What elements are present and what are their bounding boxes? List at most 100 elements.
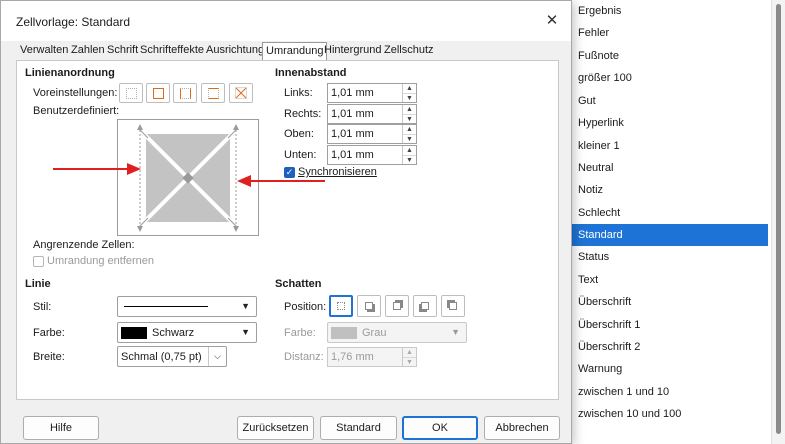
dialog-titlebar: Zellvorlage: Standard ✕ (1, 1, 571, 41)
shadow-bottom-right-icon[interactable] (357, 295, 381, 317)
spin-up-icon[interactable]: ▲ (403, 125, 416, 134)
tab-umrandung[interactable]: Umrandung (262, 42, 328, 61)
outer-border-icon[interactable] (146, 83, 170, 103)
padding-left-label: Links: (284, 87, 313, 99)
line-color-label: Farbe: (33, 327, 65, 339)
shadow-title: Schatten (275, 278, 322, 290)
standard-button[interactable]: Standard (320, 416, 397, 440)
padding-bottom-input[interactable] (328, 146, 402, 164)
style-item[interactable]: Ergebnis (570, 0, 768, 22)
tab-zellschutz[interactable]: Zellschutz (381, 42, 437, 60)
spin-down-icon[interactable]: ▼ (403, 114, 416, 123)
style-item[interactable]: Überschrift (570, 291, 768, 313)
sync-label: Synchronisieren (298, 166, 377, 178)
style-item[interactable]: kleiner 1 (570, 135, 768, 157)
padding-top-stepper[interactable]: ▲▼ (327, 124, 417, 144)
shadow-none-icon[interactable] (329, 295, 353, 317)
dialog-title: Zellvorlage: Standard (16, 15, 131, 29)
style-item[interactable]: größer 100 (570, 67, 768, 89)
style-item[interactable]: Warnung (570, 358, 768, 380)
cell-style-dialog: Zellvorlage: Standard ✕ Verwalten Zahlen… (0, 0, 572, 444)
diagonal-borders-icon[interactable] (229, 83, 253, 103)
color-swatch (121, 327, 147, 339)
style-list-scrollbar[interactable] (771, 0, 785, 444)
presets-label: Voreinstellungen: (33, 87, 118, 99)
padding-bottom-stepper[interactable]: ▲▼ (327, 145, 417, 165)
spin-up-icon[interactable]: ▲ (403, 105, 416, 114)
spin-up-icon[interactable]: ▲ (403, 348, 416, 357)
style-item[interactable]: Neutral (570, 157, 768, 179)
style-item[interactable]: zwischen 1 und 10 (570, 381, 768, 403)
remove-border-checkbox[interactable] (33, 256, 44, 267)
remove-border-label: Umrandung entfernen (47, 255, 155, 267)
line-style-select[interactable]: ▼ (117, 296, 257, 317)
line-width-label: Breite: (33, 351, 65, 363)
shadow-color-value: Grau (362, 327, 387, 339)
top-bottom-borders-icon[interactable] (201, 83, 225, 103)
user-defined-label: Benutzerdefiniert: (33, 105, 120, 117)
spin-down-icon[interactable]: ▼ (403, 155, 416, 164)
solid-line-preview (124, 306, 208, 307)
no-borders-icon[interactable] (119, 83, 143, 103)
padding-top-label: Oben: (284, 128, 314, 140)
style-item[interactable]: Überschrift 1 (570, 314, 768, 336)
shadow-bottom-left-icon[interactable] (413, 295, 437, 317)
left-right-borders-icon[interactable] (173, 83, 197, 103)
line-width-select[interactable]: Schmal (0,75 pt) ⌵ (117, 346, 227, 367)
cancel-button[interactable]: Abbrechen (484, 416, 560, 440)
style-item[interactable]: Notiz (570, 179, 768, 201)
spin-up-icon[interactable]: ▲ (403, 84, 416, 93)
shadow-color-label: Farbe: (284, 327, 316, 339)
spin-down-icon[interactable]: ▼ (403, 357, 416, 366)
tab-verwalten[interactable]: Verwalten (17, 42, 71, 60)
style-item[interactable]: Schlecht (570, 202, 768, 224)
style-item[interactable]: Gut (570, 90, 768, 112)
padding-left-stepper[interactable]: ▲▼ (327, 83, 417, 103)
padding-title: Innenabstand (275, 67, 347, 79)
spin-down-icon[interactable]: ▼ (403, 93, 416, 102)
tab-schrift[interactable]: Schrift (104, 42, 141, 60)
chevron-down-icon: ⌵ (208, 347, 226, 366)
style-item[interactable]: Hyperlink (570, 112, 768, 134)
adjacent-cells-label: Angrenzende Zellen: (33, 239, 135, 251)
chevron-down-icon: ▼ (451, 327, 460, 337)
tab-schrifteffekte[interactable]: Schrifteffekte (137, 42, 207, 60)
shadow-distance-label: Distanz: (284, 351, 324, 363)
shadow-distance-input[interactable] (328, 348, 402, 366)
padding-top-input[interactable] (328, 125, 402, 143)
tab-ausrichtung[interactable]: Ausrichtung (203, 42, 267, 60)
tab-zahlen[interactable]: Zahlen (68, 42, 108, 60)
shadow-top-right-icon[interactable] (385, 295, 409, 317)
padding-right-input[interactable] (328, 105, 402, 123)
padding-left-input[interactable] (328, 84, 402, 102)
ok-button[interactable]: OK (402, 416, 478, 440)
style-item[interactable]: Überschrift 2 (570, 336, 768, 358)
style-item[interactable]: Status (570, 246, 768, 268)
padding-right-label: Rechts: (284, 108, 322, 120)
style-item[interactable]: Text (570, 269, 768, 291)
cell-style-list[interactable]: Ergebnis Fehler Fußnote größer 100 Gut H… (569, 0, 785, 444)
color-swatch (331, 327, 357, 339)
style-item[interactable]: zwischen 10 und 100 (570, 403, 768, 425)
style-item-selected[interactable]: Standard (570, 224, 768, 246)
style-item[interactable]: Fußnote (570, 45, 768, 67)
line-arrangement-title: Linienanordnung (25, 67, 115, 79)
scrollbar-thumb[interactable] (776, 4, 781, 434)
spin-down-icon[interactable]: ▼ (403, 134, 416, 143)
line-style-label: Stil: (33, 301, 52, 313)
close-icon[interactable]: ✕ (539, 9, 565, 33)
shadow-distance-stepper[interactable]: ▲▼ (327, 347, 417, 367)
reset-button[interactable]: Zurücksetzen (237, 416, 314, 440)
style-item[interactable]: Fehler (570, 22, 768, 44)
spin-up-icon[interactable]: ▲ (403, 146, 416, 155)
line-color-value: Schwarz (152, 327, 195, 339)
shadow-top-left-icon[interactable] (441, 295, 465, 317)
line-color-select[interactable]: Schwarz ▼ (117, 322, 257, 343)
help-button[interactable]: Hilfe (23, 416, 99, 440)
padding-right-stepper[interactable]: ▲▼ (327, 104, 417, 124)
sync-checkbox[interactable]: ✓ (284, 167, 295, 178)
shadow-position-label: Position: (284, 301, 327, 313)
tab-hintergrund[interactable]: Hintergrund (321, 42, 384, 60)
chevron-down-icon: ▼ (241, 327, 250, 337)
shadow-color-select[interactable]: Grau ▼ (327, 322, 467, 343)
